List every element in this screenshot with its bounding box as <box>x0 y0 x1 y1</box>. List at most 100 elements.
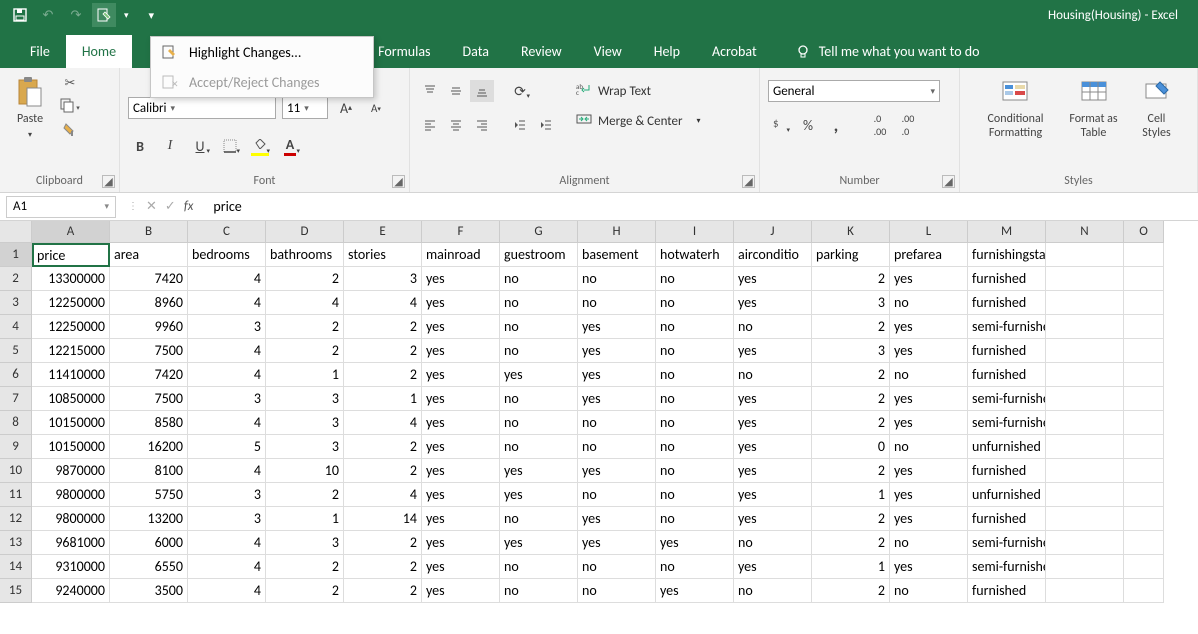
cell[interactable]: yes <box>734 459 812 483</box>
cell[interactable]: 2 <box>812 387 890 411</box>
row-header[interactable]: 9 <box>0 435 32 459</box>
cell[interactable] <box>1046 507 1124 531</box>
row-header[interactable]: 10 <box>0 459 32 483</box>
cell[interactable]: no <box>890 531 968 555</box>
cell[interactable]: 2 <box>812 459 890 483</box>
row-header[interactable]: 1 <box>0 243 32 267</box>
cell[interactable]: yes <box>890 315 968 339</box>
cell[interactable] <box>1124 531 1164 555</box>
cell[interactable]: 9681000 <box>32 531 110 555</box>
wrap-text-button[interactable]: abc Wrap Text <box>572 80 705 102</box>
cell[interactable]: no <box>890 435 968 459</box>
cell[interactable]: 4 <box>266 291 344 315</box>
cell[interactable]: no <box>500 387 578 411</box>
merge-center-button[interactable]: Merge & Center ▾ <box>572 110 705 132</box>
cell[interactable]: 3 <box>812 339 890 363</box>
cell[interactable]: yes <box>734 483 812 507</box>
orientation-button[interactable]: ⟳▾ <box>508 80 532 102</box>
cell[interactable]: yes <box>578 507 656 531</box>
cell[interactable]: 4 <box>188 411 266 435</box>
cell[interactable]: 4 <box>188 459 266 483</box>
cell[interactable]: yes <box>890 267 968 291</box>
cell[interactable] <box>1046 315 1124 339</box>
cell[interactable]: no <box>500 339 578 363</box>
cell[interactable] <box>1124 315 1164 339</box>
column-header[interactable]: J <box>734 221 812 243</box>
cell[interactable]: unfurnished <box>968 483 1046 507</box>
cell[interactable]: no <box>656 363 734 387</box>
cell[interactable]: no <box>890 291 968 315</box>
row-header[interactable]: 14 <box>0 555 32 579</box>
font-name-combo[interactable]: Calibri▾ <box>128 97 276 119</box>
borders-button[interactable]: ▾ <box>218 135 242 157</box>
cell[interactable]: 4 <box>188 579 266 603</box>
cell[interactable]: 9800000 <box>32 483 110 507</box>
cell[interactable]: 2 <box>344 315 422 339</box>
cell[interactable]: no <box>656 291 734 315</box>
cell[interactable] <box>1046 339 1124 363</box>
cell[interactable]: no <box>890 363 968 387</box>
font-size-combo[interactable]: 11▾ <box>282 97 328 119</box>
cell[interactable]: bedrooms <box>188 243 266 267</box>
cell[interactable]: price <box>32 243 110 267</box>
cell[interactable]: 2 <box>812 507 890 531</box>
cell[interactable]: yes <box>734 435 812 459</box>
cell[interactable]: no <box>500 555 578 579</box>
cell[interactable]: yes <box>422 507 500 531</box>
cell[interactable]: 3 <box>266 387 344 411</box>
cell[interactable]: yes <box>422 411 500 435</box>
percent-button[interactable]: % <box>796 114 820 136</box>
cell[interactable]: furnished <box>968 339 1046 363</box>
tab-home[interactable]: Home <box>66 35 132 68</box>
format-as-table-button[interactable]: Format as Table <box>1061 72 1127 145</box>
column-header[interactable]: C <box>188 221 266 243</box>
cell[interactable]: 2 <box>344 531 422 555</box>
cell[interactable]: 3 <box>188 483 266 507</box>
cell[interactable] <box>1124 411 1164 435</box>
cell[interactable]: yes <box>422 291 500 315</box>
cell[interactable]: 2 <box>812 579 890 603</box>
cell[interactable] <box>1046 387 1124 411</box>
cell[interactable]: 2 <box>266 339 344 363</box>
cell[interactable]: 7420 <box>110 267 188 291</box>
cell[interactable]: no <box>500 435 578 459</box>
cell[interactable]: yes <box>422 435 500 459</box>
column-header[interactable]: M <box>968 221 1046 243</box>
cell[interactable]: prefarea <box>890 243 968 267</box>
cell[interactable]: no <box>500 267 578 291</box>
cell[interactable]: no <box>578 555 656 579</box>
cell[interactable]: yes <box>890 339 968 363</box>
cell[interactable]: no <box>500 291 578 315</box>
font-color-button[interactable]: A▾ <box>278 135 302 157</box>
column-header[interactable]: K <box>812 221 890 243</box>
fx-dropdown-icon[interactable]: ⋮ <box>128 199 138 214</box>
track-changes-icon[interactable] <box>92 3 116 27</box>
cell[interactable]: no <box>656 411 734 435</box>
cell[interactable] <box>1124 435 1164 459</box>
cell[interactable]: yes <box>422 579 500 603</box>
number-format-combo[interactable]: General▾ <box>768 80 940 102</box>
cell[interactable]: 4 <box>188 291 266 315</box>
comma-button[interactable]: , <box>824 114 848 136</box>
cell[interactable]: 2 <box>266 579 344 603</box>
cell[interactable]: 2 <box>344 435 422 459</box>
cell[interactable]: semi-furnished <box>968 411 1046 435</box>
cell[interactable]: yes <box>890 483 968 507</box>
cell[interactable]: 13300000 <box>32 267 110 291</box>
row-header[interactable]: 5 <box>0 339 32 363</box>
cell[interactable]: no <box>578 435 656 459</box>
cell[interactable]: yes <box>656 531 734 555</box>
decrease-font-button[interactable]: A▾ <box>364 97 388 119</box>
cell[interactable]: 4 <box>188 339 266 363</box>
font-launcher-icon[interactable]: ◢ <box>392 175 405 188</box>
cell[interactable]: 4 <box>344 291 422 315</box>
cell[interactable]: 5 <box>188 435 266 459</box>
cell[interactable] <box>1124 387 1164 411</box>
cell[interactable]: 1 <box>266 507 344 531</box>
cell[interactable]: 8580 <box>110 411 188 435</box>
cell[interactable]: 1 <box>812 483 890 507</box>
column-header[interactable]: E <box>344 221 422 243</box>
decrease-indent-button[interactable] <box>508 114 532 136</box>
cell[interactable]: no <box>500 579 578 603</box>
cell[interactable]: no <box>500 507 578 531</box>
